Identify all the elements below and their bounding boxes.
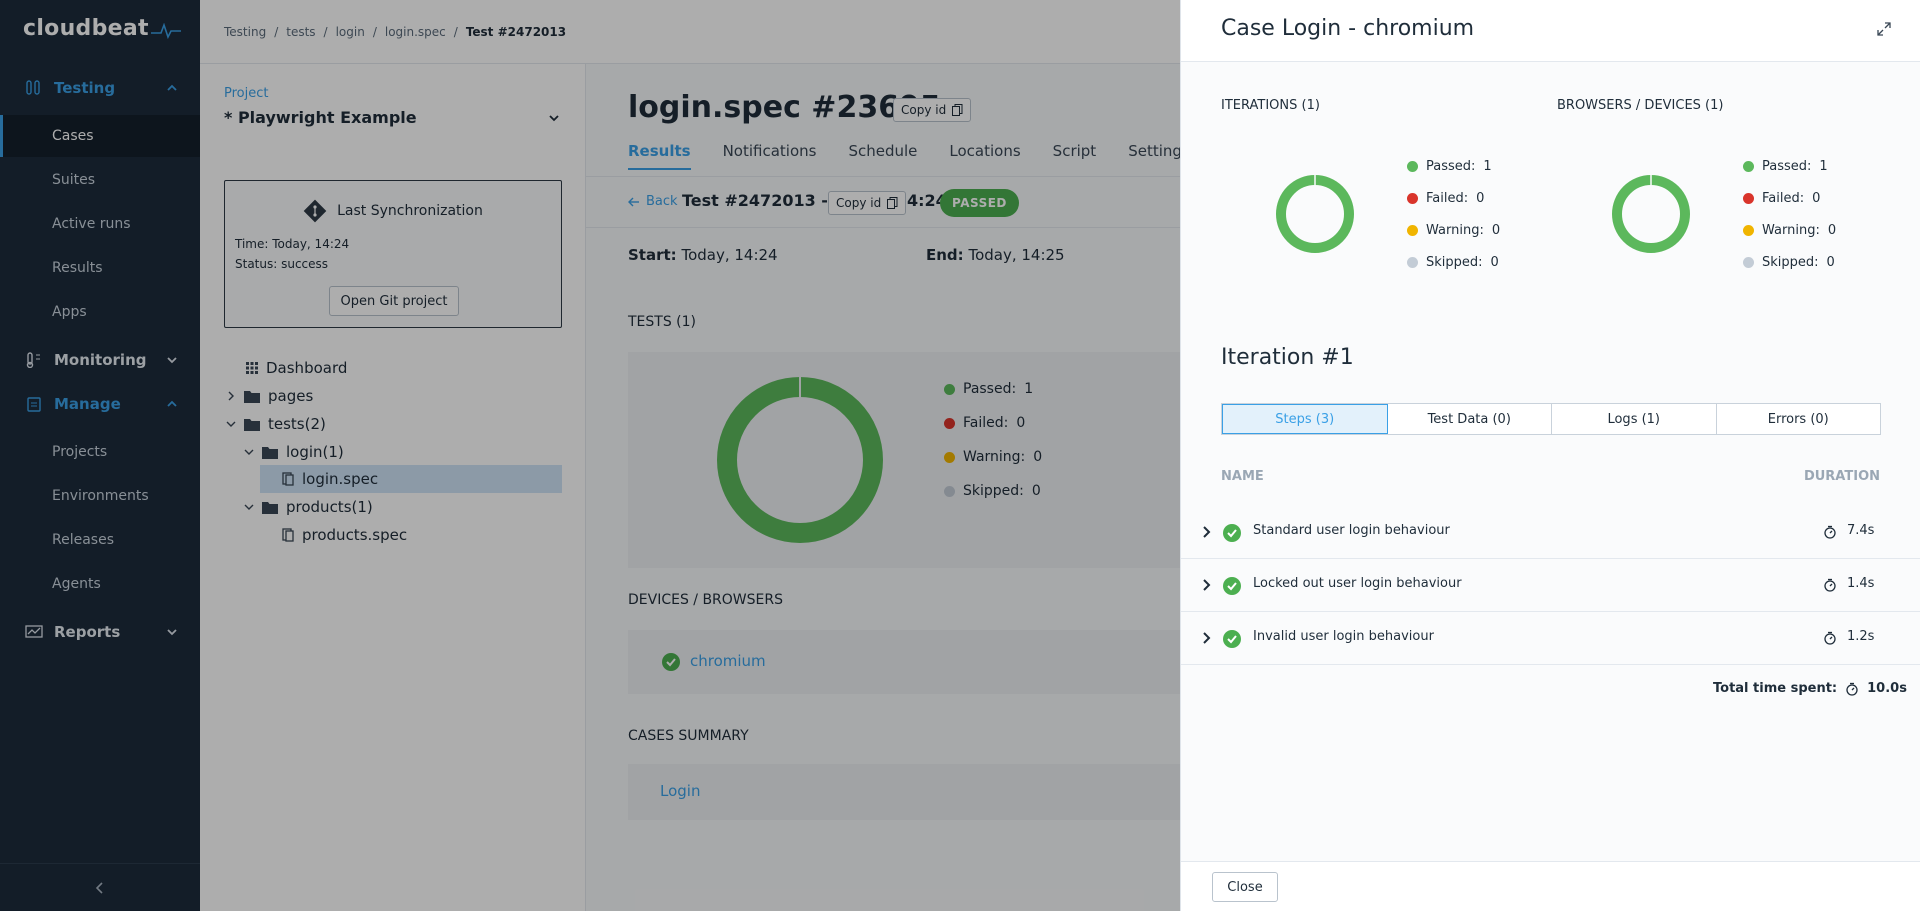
total-time: Total time spent: 10.0s [1713,681,1907,696]
legend-count: 0 [1812,190,1821,206]
drawer-header: Case Login - chromium [1181,0,1920,62]
step-name: Locked out user login behaviour [1253,576,1462,591]
iterations-legend: Passed: 1 Failed: 0 Warning: 0 Skipped: 0 [1407,150,1500,278]
close-button[interactable]: Close [1212,872,1278,902]
legend-count: 0 [1491,222,1501,238]
legend-count: 0 [1476,190,1485,206]
passed-dot [1407,160,1418,172]
warning-dot [1407,224,1418,236]
legend-label: Skipped: [1762,254,1819,270]
modal-backdrop[interactable] [0,0,1180,911]
column-header-duration: DURATION [1803,469,1880,484]
skipped-dot [1407,256,1418,268]
browsers-legend: Passed: 1 Failed: 0 Warning: 0 Skipped: 0 [1743,150,1836,278]
case-drawer: Case Login - chromium ITERATIONS (1) Pas… [1180,0,1920,911]
drawer-title: Case Login - chromium [1221,16,1475,41]
browsers-donut-chart [1612,175,1690,253]
legend-label: Failed: [1762,190,1805,206]
legend-label: Passed: [1762,158,1812,174]
browsers-title: BROWSERS / DEVICES (1) [1557,98,1724,113]
iterations-title: ITERATIONS (1) [1221,98,1320,113]
iterations-donut-chart [1276,175,1354,253]
tab-steps[interactable]: Steps (3) [1222,404,1388,434]
step-duration: 1.4s [1847,576,1875,591]
step-name: Standard user login behaviour [1253,523,1450,538]
chevron-right-icon[interactable] [1201,632,1213,644]
legend-label: Passed: [1426,158,1476,174]
stopwatch-icon [1824,525,1836,539]
total-label: Total time spent: [1713,681,1838,696]
step-row[interactable]: Locked out user login behaviour 1.4s [1181,559,1920,612]
stopwatch-icon [1846,682,1858,696]
legend-label: Skipped: [1426,254,1483,270]
total-value: 10.0s [1867,681,1907,696]
iteration-tabs: Steps (3) Test Data (0) Logs (1) Errors … [1221,403,1881,435]
legend-count: 0 [1827,222,1837,238]
step-row[interactable]: Invalid user login behaviour 1.2s [1181,612,1920,665]
legend-label: Warning: [1762,222,1820,238]
step-name: Invalid user login behaviour [1253,629,1434,644]
legend-label: Failed: [1426,190,1469,206]
column-header-name: NAME [1221,469,1264,484]
expand-icon[interactable] [1877,22,1891,36]
passed-dot [1743,160,1754,172]
stopwatch-icon [1824,578,1836,592]
check-circle-icon [1223,630,1241,648]
tab-logs[interactable]: Logs (1) [1552,404,1717,434]
failed-dot [1407,192,1418,204]
chevron-right-icon[interactable] [1201,579,1213,591]
legend-count: 0 [1826,254,1835,270]
chevron-right-icon[interactable] [1201,526,1213,538]
step-duration: 1.2s [1847,629,1875,644]
warning-dot [1743,224,1754,236]
drawer-footer: Close [1181,861,1920,911]
iteration-title: Iteration #1 [1221,345,1354,370]
skipped-dot [1743,256,1754,268]
legend-count: 0 [1490,254,1499,270]
step-duration: 7.4s [1847,523,1875,538]
tab-errors[interactable]: Errors (0) [1717,404,1881,434]
step-row[interactable]: Standard user login behaviour 7.4s [1181,506,1920,559]
tab-test-data[interactable]: Test Data (0) [1388,404,1552,434]
legend-count: 1 [1819,158,1828,174]
check-circle-icon [1223,577,1241,595]
stopwatch-icon [1824,631,1836,645]
legend-label: Warning: [1426,222,1484,238]
legend-count: 1 [1483,158,1492,174]
check-circle-icon [1223,524,1241,542]
failed-dot [1743,192,1754,204]
